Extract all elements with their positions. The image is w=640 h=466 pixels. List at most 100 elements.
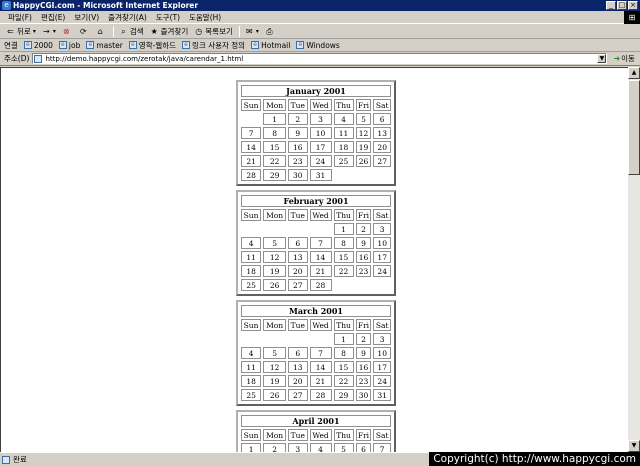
week-row: 123456 (241, 113, 391, 125)
day-cell: 9 (355, 237, 372, 249)
weekday-header: Thu (333, 319, 354, 331)
day-cell: 10 (373, 347, 391, 359)
search-button[interactable]: ⌕ 검색 (119, 26, 144, 37)
link-2000[interactable]: e 2000 (23, 41, 53, 50)
vertical-scrollbar[interactable]: ▲ ▼ (628, 67, 640, 452)
window-title: HappyCGI.com - Microsoft Internet Explor… (13, 1, 199, 10)
maximize-button[interactable]: □ (617, 1, 627, 10)
link-label: 링크 사용자 정의 (192, 40, 246, 50)
day-cell: 5 (333, 443, 354, 452)
forward-button[interactable]: → ▾ (42, 27, 56, 36)
search-label: 검색 (129, 27, 144, 36)
day-cell: 24 (373, 375, 391, 387)
day-cell: 3 (373, 223, 391, 235)
back-label: 뒤로 (17, 27, 31, 36)
day-cell: 31 (309, 169, 332, 181)
empty-day-cell (288, 333, 308, 345)
link-custom[interactable]: e 링크 사용자 정의 (182, 40, 245, 51)
link-windows[interactable]: e Windows (296, 41, 340, 50)
week-row: 123 (241, 223, 391, 235)
toolbar-separator (112, 26, 114, 37)
link-hotmail[interactable]: e Hotmail (251, 41, 290, 50)
title-bar: e HappyCGI.com - Microsoft Internet Expl… (0, 0, 640, 11)
favorites-label: 즐겨찾기 (160, 27, 189, 36)
day-cell: 4 (241, 237, 262, 249)
day-cell: 20 (288, 375, 308, 387)
weekday-header: Fri (355, 209, 372, 221)
links-bar: 연결 e 2000 e job e master e 영학-웹하드 e 링크 사용자 정의… (0, 39, 640, 52)
minimize-button[interactable]: _ (606, 1, 616, 10)
day-cell: 7 (241, 127, 262, 139)
day-cell: 29 (263, 169, 286, 181)
print-icon: ⎙ (266, 27, 273, 36)
link-master[interactable]: e master (86, 41, 123, 50)
weekday-header: Mon (263, 99, 286, 111)
weekday-header-row: Sun Mon Tue Wed Thu Fri Sat (241, 209, 391, 221)
scroll-thumb[interactable] (628, 80, 640, 175)
menu-help[interactable]: 도움말(H) (189, 12, 221, 23)
print-button[interactable]: ⎙ (265, 27, 276, 36)
close-button[interactable]: × (628, 1, 638, 10)
month-title: January 2001 (241, 85, 391, 97)
day-cell: 20 (288, 265, 308, 277)
day-cell: 11 (241, 361, 262, 373)
menu-view[interactable]: 보기(V) (74, 12, 99, 23)
empty-day-cell (241, 113, 261, 125)
week-row: 1234567 (241, 443, 391, 452)
address-field-box: ▼ (32, 53, 608, 64)
address-dropdown-icon[interactable]: ▼ (597, 54, 607, 63)
stop-button[interactable]: ⊗ (62, 27, 73, 36)
day-cell: 17 (373, 251, 391, 263)
day-cell: 25 (241, 279, 262, 291)
mail-button[interactable]: ✉ ▾ (245, 27, 259, 36)
day-cell: 13 (288, 361, 308, 373)
menu-tools[interactable]: 도구(T) (156, 12, 180, 23)
days-grid: 1 2 3 4 5 6 7 8 9 10 11 12 13 14 15 16 17 18 19 20 21 22 23 24 2… (241, 333, 391, 401)
calendar-february: February 2001 Sun Mon Tue Wed Thu Fri Sat 1234… (236, 190, 396, 296)
month-title: March 2001 (241, 305, 391, 317)
home-button[interactable]: ⌂ (96, 27, 107, 36)
empty-day-cell (310, 223, 332, 235)
link-webhard[interactable]: e 영학-웹하드 (128, 40, 176, 51)
back-dropdown-icon[interactable]: ▾ (33, 28, 36, 35)
day-cell: 15 (333, 251, 354, 263)
go-button[interactable]: ➜ 이동 (613, 53, 635, 64)
weekday-header: Sun (241, 209, 262, 221)
mail-dropdown-icon[interactable]: ▾ (256, 28, 259, 35)
forward-dropdown-icon[interactable]: ▾ (53, 28, 56, 35)
empty-day-cell (310, 333, 332, 345)
link-job[interactable]: e job (58, 41, 80, 50)
day-cell: 19 (263, 265, 286, 277)
week-row: 11 12 13 14 15 16 17 (241, 361, 391, 373)
day-cell: 12 (263, 251, 286, 263)
day-cell: 18 (241, 375, 262, 387)
day-cell: 15 (263, 141, 286, 153)
day-cell: 1 (241, 443, 262, 452)
scroll-up-icon[interactable]: ▲ (628, 67, 640, 79)
day-cell: 11 (333, 127, 354, 139)
back-button[interactable]: ⇐ 뒤로 ▾ (6, 26, 36, 37)
links-label: 연결 (4, 40, 18, 50)
toolbar-separator (238, 26, 240, 37)
weekday-header: Fri (355, 99, 372, 111)
menu-favorites[interactable]: 즐겨찾기(A) (108, 12, 147, 23)
history-button[interactable]: ◷ 목록보기 (194, 26, 233, 37)
day-cell: 19 (355, 141, 372, 153)
favorites-icon: ★ (150, 27, 158, 36)
day-cell: 26 (355, 155, 372, 167)
weekday-header: Sat (373, 209, 391, 221)
weekday-header: Wed (309, 319, 332, 331)
calendar-january: January 2001 Sun Mon Tue Wed Thu Fri Sat 12345… (236, 80, 396, 186)
menu-edit[interactable]: 편집(E) (41, 12, 65, 23)
menu-file[interactable]: 파일(F) (8, 12, 32, 23)
scroll-down-icon[interactable]: ▼ (628, 440, 640, 452)
week-row: 123 (241, 333, 391, 345)
days-grid: 1 2 3 4 5 6 7 8 9 10 11 12 13 14 15 16 17 18 19 20 21 22 23 24 2… (241, 223, 391, 291)
favorites-button[interactable]: ★ 즐겨찾기 (150, 26, 189, 37)
refresh-button[interactable]: ⟳ (79, 27, 90, 36)
page-icon (34, 54, 43, 63)
day-cell: 29 (333, 389, 354, 401)
address-input[interactable] (45, 54, 586, 63)
day-cell: 25 (333, 155, 354, 167)
day-cell: 13 (288, 251, 308, 263)
